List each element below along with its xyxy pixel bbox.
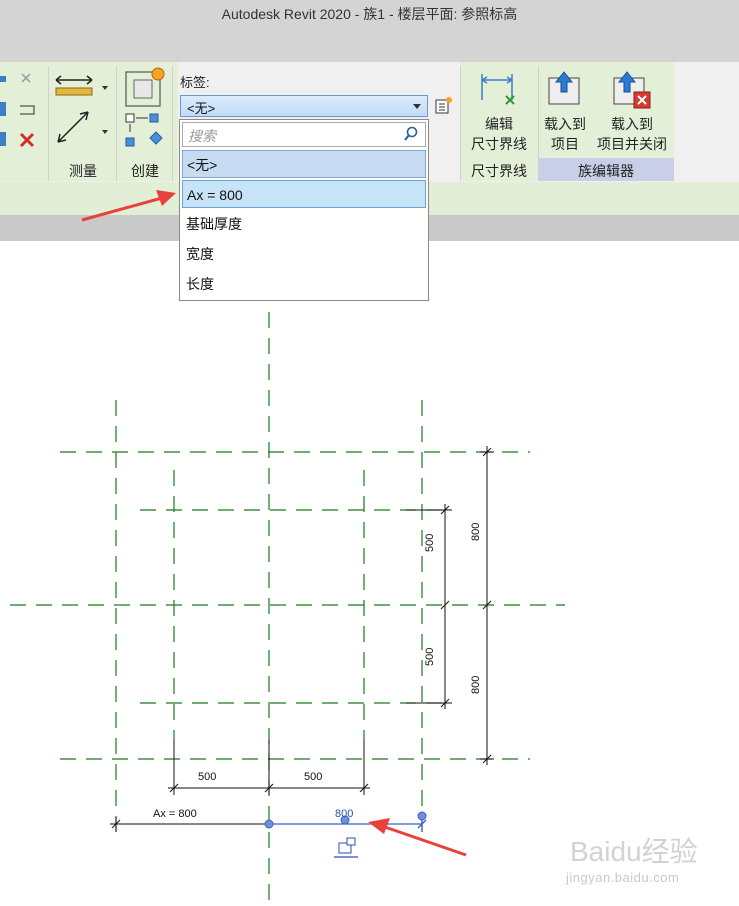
search-placeholder: 搜索: [188, 128, 216, 144]
load-into-project-close-label-2: 项目并关闭: [597, 136, 667, 152]
dropdown-item-width[interactable]: 宽度: [182, 240, 426, 268]
separator: [460, 66, 461, 181]
dimension-horizontal[interactable]: [168, 740, 370, 795]
panel-label-dimension: 尺寸界线: [471, 163, 527, 179]
load-into-project-close-label-1: 载入到: [611, 116, 653, 132]
dropdown-item-foundation-thickness[interactable]: 基础厚度: [182, 210, 426, 238]
dropdown-item-none[interactable]: <无>: [182, 150, 426, 178]
dim-text-ax: Ax = 800: [153, 808, 197, 820]
label-properties-icon[interactable]: [434, 96, 454, 116]
watermark-logo-text: Baidu经验: [570, 836, 698, 867]
chevron-down-icon[interactable]: [413, 104, 421, 109]
edit-witness-lines-button[interactable]: 编辑 尺寸界线: [466, 114, 532, 154]
modify-tools-icons[interactable]: [0, 68, 45, 156]
load-into-project-label-1: 载入到: [544, 116, 586, 132]
dim-text-v2: 500: [424, 647, 436, 666]
load-into-project-and-close-icon[interactable]: [610, 70, 654, 110]
drawing-canvas[interactable]: [0, 241, 739, 906]
load-into-project-label-2: 项目: [551, 136, 579, 152]
lock-icon[interactable]: [334, 837, 358, 858]
label-combobox[interactable]: <无>: [180, 95, 428, 117]
separator: [48, 66, 49, 181]
watermark-url: jingyan.baidu.com: [566, 870, 680, 885]
dim-text-v1: 500: [424, 533, 436, 552]
create-icons[interactable]: [120, 66, 170, 152]
label-search-input[interactable]: 搜索: [182, 122, 426, 147]
edit-witness-lines-icon[interactable]: [476, 70, 522, 110]
title-bar: Autodesk Revit 2020 - 族1 - 楼层平面: 参照标高: [0, 0, 739, 62]
dim-text-selected[interactable]: 800: [335, 808, 353, 820]
edit-witness-lines-label-2: 尺寸界线: [471, 136, 527, 152]
panel-label-create: 创建: [131, 163, 159, 179]
separator: [172, 66, 173, 181]
dropdown-item-length[interactable]: 长度: [182, 270, 426, 298]
reference-planes[interactable]: [10, 312, 565, 906]
search-icon[interactable]: [403, 126, 419, 142]
measure-icons[interactable]: [52, 70, 112, 150]
panel-label-family-editor: 族编辑器: [578, 163, 634, 179]
separator: [116, 66, 117, 181]
label-combobox-value: <无>: [187, 101, 216, 116]
baidu-watermark-logo: Baidu经验: [570, 836, 698, 867]
load-into-project-icon[interactable]: [545, 70, 585, 108]
dim-text-h2: 500: [304, 771, 323, 783]
dim-text-v4: 800: [470, 675, 482, 694]
label-title: 标签:: [180, 75, 210, 90]
window-title: Autodesk Revit 2020 - 族1 - 楼层平面: 参照标高: [221, 6, 518, 22]
load-into-project-button[interactable]: 载入到 项目: [538, 114, 592, 154]
annotation-arrow-dropdown: [81, 190, 176, 222]
load-into-project-close-button[interactable]: 载入到 项目并关闭: [590, 114, 674, 154]
dropdown-item-ax[interactable]: Ax = 800: [182, 180, 426, 208]
edit-witness-lines-label-1: 编辑: [485, 116, 513, 132]
panel-label-measure: 测量: [69, 163, 97, 179]
dim-text-v3: 800: [470, 522, 482, 541]
dim-text-h1: 500: [198, 771, 217, 783]
